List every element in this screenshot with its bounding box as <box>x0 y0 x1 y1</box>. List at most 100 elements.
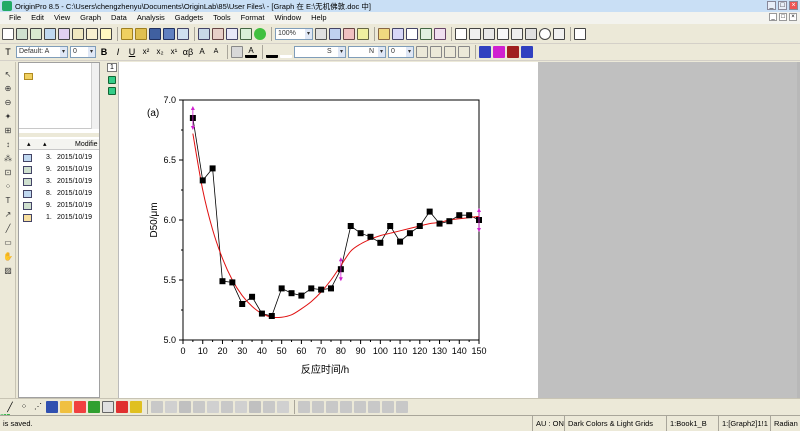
recalculate-icon[interactable] <box>212 27 224 40</box>
bars-3d-icon[interactable] <box>179 400 191 413</box>
close-button[interactable]: × <box>789 1 798 10</box>
contour-plot-icon[interactable] <box>88 400 100 413</box>
layer-content-icon[interactable] <box>553 27 565 40</box>
lock-icon[interactable] <box>108 87 116 95</box>
folder-tree-scrollbar[interactable] <box>91 63 99 129</box>
line-width-select[interactable]: 0 ▾ <box>388 46 414 58</box>
maximize-button[interactable]: □ <box>778 1 787 10</box>
scatter-plot-icon[interactable]: ⁘ <box>18 401 30 413</box>
menu-help[interactable]: Help <box>306 12 331 24</box>
open-template-icon[interactable] <box>135 27 147 40</box>
reset-3d-icon[interactable] <box>263 400 275 413</box>
ternary-plot-icon[interactable] <box>116 400 128 413</box>
new-workbook-icon[interactable] <box>16 27 28 40</box>
superscript-icon[interactable]: x² <box>140 46 152 58</box>
script-window-icon[interactable] <box>434 27 446 40</box>
text-tool-icon[interactable]: T <box>3 196 13 206</box>
font-color-icon[interactable]: A <box>245 46 257 58</box>
new-excel-icon[interactable] <box>30 27 42 40</box>
rectangle-tool-icon[interactable]: ▭ <box>3 238 13 248</box>
box-chart-icon[interactable] <box>74 400 86 413</box>
zoom-in-tool-icon[interactable]: ⊕ <box>3 84 13 94</box>
greek-icon[interactable]: αβ <box>182 46 194 58</box>
layer-tab[interactable]: 1 <box>107 63 117 72</box>
symbol-color-icon[interactable] <box>444 46 456 58</box>
region-tool-icon[interactable]: ⁘ <box>3 182 13 192</box>
list-item[interactable]: 3. 2015/10/19 <box>19 176 99 188</box>
front-icon[interactable] <box>382 400 394 413</box>
new-matrix-icon[interactable] <box>58 27 70 40</box>
perspective-icon[interactable] <box>249 400 261 413</box>
add-top-axis-icon[interactable] <box>497 27 509 40</box>
underline-icon[interactable]: U <box>126 46 138 58</box>
font-grow-icon[interactable]: A <box>196 46 208 58</box>
import-icon[interactable] <box>177 27 189 40</box>
project-explorer-icon[interactable] <box>378 27 390 40</box>
font-size-select[interactable]: 0 ▾ <box>70 46 96 58</box>
add-layer-icon[interactable] <box>455 27 467 40</box>
ribbon-3d-icon[interactable] <box>193 400 205 413</box>
print-icon[interactable] <box>315 27 327 40</box>
menu-edit[interactable]: Edit <box>26 12 49 24</box>
arrow-tool-icon[interactable]: ↗ <box>3 210 13 220</box>
screen-reader-icon[interactable] <box>507 46 519 58</box>
explorer-splitter[interactable] <box>19 133 99 137</box>
menu-file[interactable]: File <box>4 12 26 24</box>
mdi-restore-button[interactable]: □ <box>779 13 787 21</box>
merge-graphs-icon[interactable] <box>511 27 523 40</box>
template-icon[interactable] <box>130 400 142 413</box>
save-template-icon[interactable] <box>163 27 175 40</box>
menu-gadgets[interactable]: Gadgets <box>170 12 208 24</box>
waterfall-icon[interactable] <box>207 400 219 413</box>
zoom-out-tool-icon[interactable]: ⊖ <box>3 98 13 108</box>
line-symbol-plot-icon[interactable]: ⋰ <box>32 401 44 413</box>
subscript-icon[interactable]: x₂ <box>154 46 166 58</box>
back-icon[interactable] <box>396 400 408 413</box>
import-ascii-icon[interactable] <box>198 27 210 40</box>
add-inset-icon[interactable] <box>469 27 481 40</box>
add-right-axis-icon[interactable] <box>483 27 495 40</box>
menu-tools[interactable]: Tools <box>208 12 236 24</box>
group-icon[interactable] <box>354 400 366 413</box>
zoom-select[interactable]: 100% ▾ <box>275 27 313 40</box>
hand-tool-icon[interactable]: ✋ <box>3 252 13 262</box>
region-mask-icon[interactable] <box>521 46 533 58</box>
draw-data-tool-icon[interactable]: ⁂ <box>3 154 13 164</box>
wireframe-plot-icon[interactable] <box>165 400 177 413</box>
italic-icon[interactable]: I <box>112 46 124 58</box>
menu-view[interactable]: View <box>49 12 75 24</box>
line-color-icon[interactable] <box>266 46 278 58</box>
surface-plot-icon[interactable] <box>151 400 163 413</box>
duplicate-icon[interactable] <box>240 27 252 40</box>
data-selector-tool-icon[interactable]: ⊞ <box>3 126 13 136</box>
data-reader-icon[interactable] <box>493 46 505 58</box>
border-color-icon[interactable] <box>416 46 428 58</box>
sort-icon[interactable]: ▴ <box>43 139 47 150</box>
font-shrink-icon[interactable]: A <box>210 46 222 58</box>
fill-color-icon[interactable] <box>280 46 292 58</box>
align-top-icon[interactable] <box>326 400 338 413</box>
new-graph-icon[interactable] <box>44 27 56 40</box>
line-style-select[interactable]: S ▾ <box>294 46 346 58</box>
graph-page[interactable]: 0 10 20 30 40 50 60 70 80 90 100 110 120 130 140 150 5.0… <box>118 62 538 398</box>
line-tool-icon[interactable]: ╱ <box>3 224 13 234</box>
open-icon[interactable] <box>121 27 133 40</box>
modified-column-header[interactable]: Modifie <box>75 139 98 150</box>
chart[interactable]: 0 10 20 30 40 50 60 70 80 90 100 110 120 130 140 150 5.0… <box>119 62 539 398</box>
border-width-icon[interactable] <box>430 46 442 58</box>
refresh-icon[interactable] <box>254 27 266 40</box>
rotate-icon[interactable] <box>221 400 233 413</box>
column-plot-icon[interactable] <box>46 400 58 413</box>
left-align-icon[interactable] <box>231 46 243 58</box>
menu-format[interactable]: Format <box>236 12 270 24</box>
date-time-icon[interactable] <box>539 27 551 40</box>
results-log-icon[interactable] <box>392 27 404 40</box>
align-bottom-icon[interactable] <box>340 400 352 413</box>
area-plot-icon[interactable] <box>60 400 72 413</box>
export-icon[interactable] <box>343 27 355 40</box>
fill-pattern-select[interactable]: N ▾ <box>348 46 386 58</box>
symbol-size-icon[interactable] <box>458 46 470 58</box>
folder-icon[interactable] <box>24 73 33 80</box>
list-item[interactable]: 8. 2015/10/19 <box>19 188 99 200</box>
line-plot-icon[interactable]: ╱ <box>4 401 16 413</box>
